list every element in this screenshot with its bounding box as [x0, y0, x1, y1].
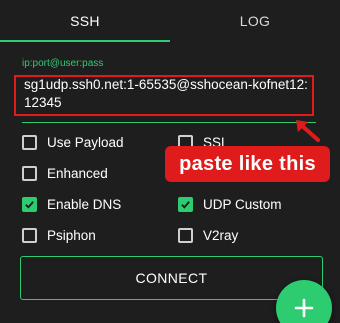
checkbox-box	[22, 135, 37, 150]
active-tab-indicator	[0, 40, 170, 42]
checkbox-label: Enable DNS	[47, 197, 122, 212]
checkbox-enable-dns[interactable]: Enable DNS	[22, 197, 121, 212]
tab-log[interactable]: LOG	[170, 0, 340, 42]
check-icon	[25, 201, 34, 209]
checkbox-box	[178, 228, 193, 243]
plus-icon	[294, 298, 314, 318]
ssh-app-screen: SSH LOG ip:port@user:pass sg1udp.ssh0.ne…	[0, 0, 340, 323]
add-button[interactable]	[276, 280, 332, 323]
checkbox-label: V2ray	[203, 228, 239, 243]
server-input-underline	[22, 122, 316, 123]
server-input[interactable]: sg1udp.ssh0.net:1-65535@sshocean-kofnet1…	[22, 72, 312, 120]
server-field-label: ip:port@user:pass	[22, 58, 104, 69]
tab-ssh[interactable]: SSH	[0, 0, 170, 42]
checkbox-enhanced[interactable]: Enhanced	[22, 166, 108, 181]
checkbox-box	[178, 197, 193, 212]
checkbox-v2ray[interactable]: V2ray	[178, 228, 238, 243]
checkbox-box	[22, 228, 37, 243]
check-icon	[181, 201, 190, 209]
connect-button[interactable]: CONNECT	[20, 256, 323, 300]
tab-bar: SSH LOG	[0, 0, 340, 42]
annotation-callout: paste like this	[165, 146, 330, 182]
checkbox-udp-custom[interactable]: UDP Custom	[178, 197, 282, 212]
checkbox-psiphon[interactable]: Psiphon	[22, 228, 96, 243]
checkbox-label: Use Payload	[47, 135, 124, 150]
checkbox-box	[22, 166, 37, 181]
checkbox-label: Enhanced	[47, 166, 108, 181]
checkbox-label: UDP Custom	[203, 197, 282, 212]
checkbox-use-payload[interactable]: Use Payload	[22, 135, 124, 150]
arrow-icon	[296, 120, 320, 142]
checkbox-box	[22, 197, 37, 212]
checkbox-label: Psiphon	[47, 228, 96, 243]
